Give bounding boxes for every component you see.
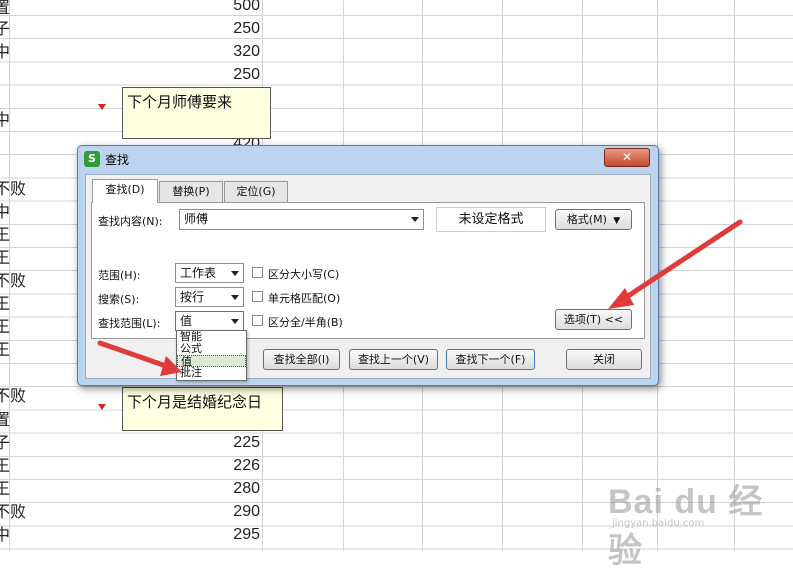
- format-button[interactable]: 格式(M) ▼: [555, 209, 632, 230]
- watermark-url: jingyan.baidu.com: [612, 518, 705, 529]
- cell-value[interactable]: 225: [200, 434, 260, 452]
- format-status: 未设定格式: [436, 207, 546, 232]
- options-button[interactable]: 选项(T) <<: [555, 309, 632, 330]
- dropdown-arrow-icon[interactable]: [231, 319, 239, 324]
- match-width-label[interactable]: 区分全/半角(B): [268, 314, 343, 330]
- scope-select[interactable]: 工作表: [175, 263, 244, 283]
- cell-text-fragment[interactable]: 王: [0, 226, 10, 244]
- match-cell-label[interactable]: 单元格匹配(O): [268, 290, 340, 306]
- dropdown-arrow-icon[interactable]: [231, 295, 239, 300]
- cell-text-fragment[interactable]: 王: [0, 295, 10, 313]
- dialog-client-area: 查找(D) 替换(P) 定位(G) 查找内容(N): 师傅 未设定格式 格式(M…: [85, 174, 651, 379]
- match-width-checkbox[interactable]: [252, 315, 263, 326]
- cell-value[interactable]: 280: [200, 480, 260, 498]
- baidu-watermark: Bai du 经验 jingyan.baidu.com: [608, 474, 793, 572]
- look-in-value: 值: [180, 314, 193, 328]
- cell-value[interactable]: 320: [200, 43, 260, 61]
- search-label: 搜索(S):: [98, 293, 140, 306]
- look-in-option[interactable]: 公式: [177, 343, 246, 355]
- tab-find[interactable]: 查找(D): [92, 179, 158, 203]
- cell-text-fragment[interactable]: 不败: [0, 387, 26, 405]
- cell-text-fragment[interactable]: 王: [0, 249, 10, 267]
- cell-text-fragment[interactable]: 置: [0, 411, 10, 429]
- comment-box-1: 下个月师傅要来: [122, 87, 271, 139]
- tab-goto[interactable]: 定位(G): [224, 181, 288, 202]
- cell-value[interactable]: 295: [200, 526, 260, 544]
- wps-app-icon: S: [84, 151, 100, 167]
- find-all-button[interactable]: 查找全部(I): [263, 349, 340, 370]
- close-window-button[interactable]: ✕: [604, 148, 650, 167]
- cell-text-fragment[interactable]: 不败: [0, 503, 26, 521]
- match-case-checkbox[interactable]: [252, 267, 263, 278]
- cell-value[interactable]: 226: [200, 457, 260, 475]
- cell-value[interactable]: 500: [200, 0, 260, 15]
- look-in-select[interactable]: 值: [175, 311, 244, 331]
- look-in-label: 查找范围(L):: [98, 317, 161, 330]
- search-direction-select[interactable]: 按行: [175, 287, 244, 307]
- comment-marker: [98, 404, 106, 410]
- find-dialog: S 查找 ✕ 查找(D) 替换(P) 定位(G) 查找内容(N): 师傅 未设定…: [77, 145, 659, 386]
- dialog-titlebar[interactable]: S 查找 ✕: [78, 146, 658, 172]
- search-direction-value: 按行: [180, 290, 205, 304]
- cell-text-fragment[interactable]: 中: [0, 526, 10, 544]
- scope-label: 范围(H):: [98, 269, 141, 282]
- find-tab-panel: 查找内容(N): 师傅 未设定格式 格式(M) ▼ 范围(H): 工作表 区分大…: [91, 202, 645, 339]
- cell-value[interactable]: 250: [200, 20, 260, 38]
- look-in-option[interactable]: 批注: [177, 367, 246, 379]
- look-in-dropdown-list[interactable]: 智能 公式值批注: [176, 330, 247, 381]
- match-case-label[interactable]: 区分大小写(C): [268, 266, 339, 282]
- dialog-title: 查找: [105, 153, 130, 167]
- cell-text-fragment[interactable]: 不败: [0, 272, 26, 290]
- cell-text-fragment[interactable]: 王: [0, 341, 10, 359]
- cell-text-fragment[interactable]: 置: [0, 0, 10, 17]
- tab-replace[interactable]: 替换(P): [159, 181, 223, 202]
- cell-text-fragment[interactable]: 中: [0, 203, 10, 221]
- cell-text-fragment[interactable]: 不败: [0, 180, 26, 198]
- cell-text-fragment[interactable]: 中: [0, 43, 10, 61]
- cell-text-fragment[interactable]: 王: [0, 318, 10, 336]
- find-what-value: 师傅: [184, 212, 209, 226]
- find-what-label: 查找内容(N):: [98, 215, 163, 228]
- scope-value: 工作表: [180, 266, 217, 280]
- dropdown-arrow-icon: ▼: [610, 216, 621, 226]
- cell-text-fragment[interactable]: 王: [0, 480, 10, 498]
- match-cell-checkbox[interactable]: [252, 291, 263, 302]
- cell-text-fragment[interactable]: 子: [0, 434, 10, 452]
- dropdown-arrow-icon[interactable]: [411, 217, 419, 222]
- find-what-combobox[interactable]: 师傅: [179, 209, 424, 230]
- cell-text-fragment[interactable]: 王: [0, 457, 10, 475]
- close-button[interactable]: 关闭: [566, 349, 642, 370]
- cell-value[interactable]: 250: [200, 66, 260, 84]
- dropdown-arrow-icon[interactable]: [231, 271, 239, 276]
- find-next-button[interactable]: 查找下一个(F): [446, 349, 535, 370]
- cell-text-fragment[interactable]: 中: [0, 111, 10, 129]
- comment-marker: [98, 104, 106, 110]
- format-button-label: 格式(M): [566, 213, 607, 226]
- find-previous-button[interactable]: 查找上一个(V): [349, 349, 438, 370]
- comment-box-2: 下个月是结婚纪念日: [122, 387, 283, 431]
- cell-text-fragment[interactable]: 子: [0, 20, 10, 38]
- cell-value[interactable]: 290: [200, 503, 260, 521]
